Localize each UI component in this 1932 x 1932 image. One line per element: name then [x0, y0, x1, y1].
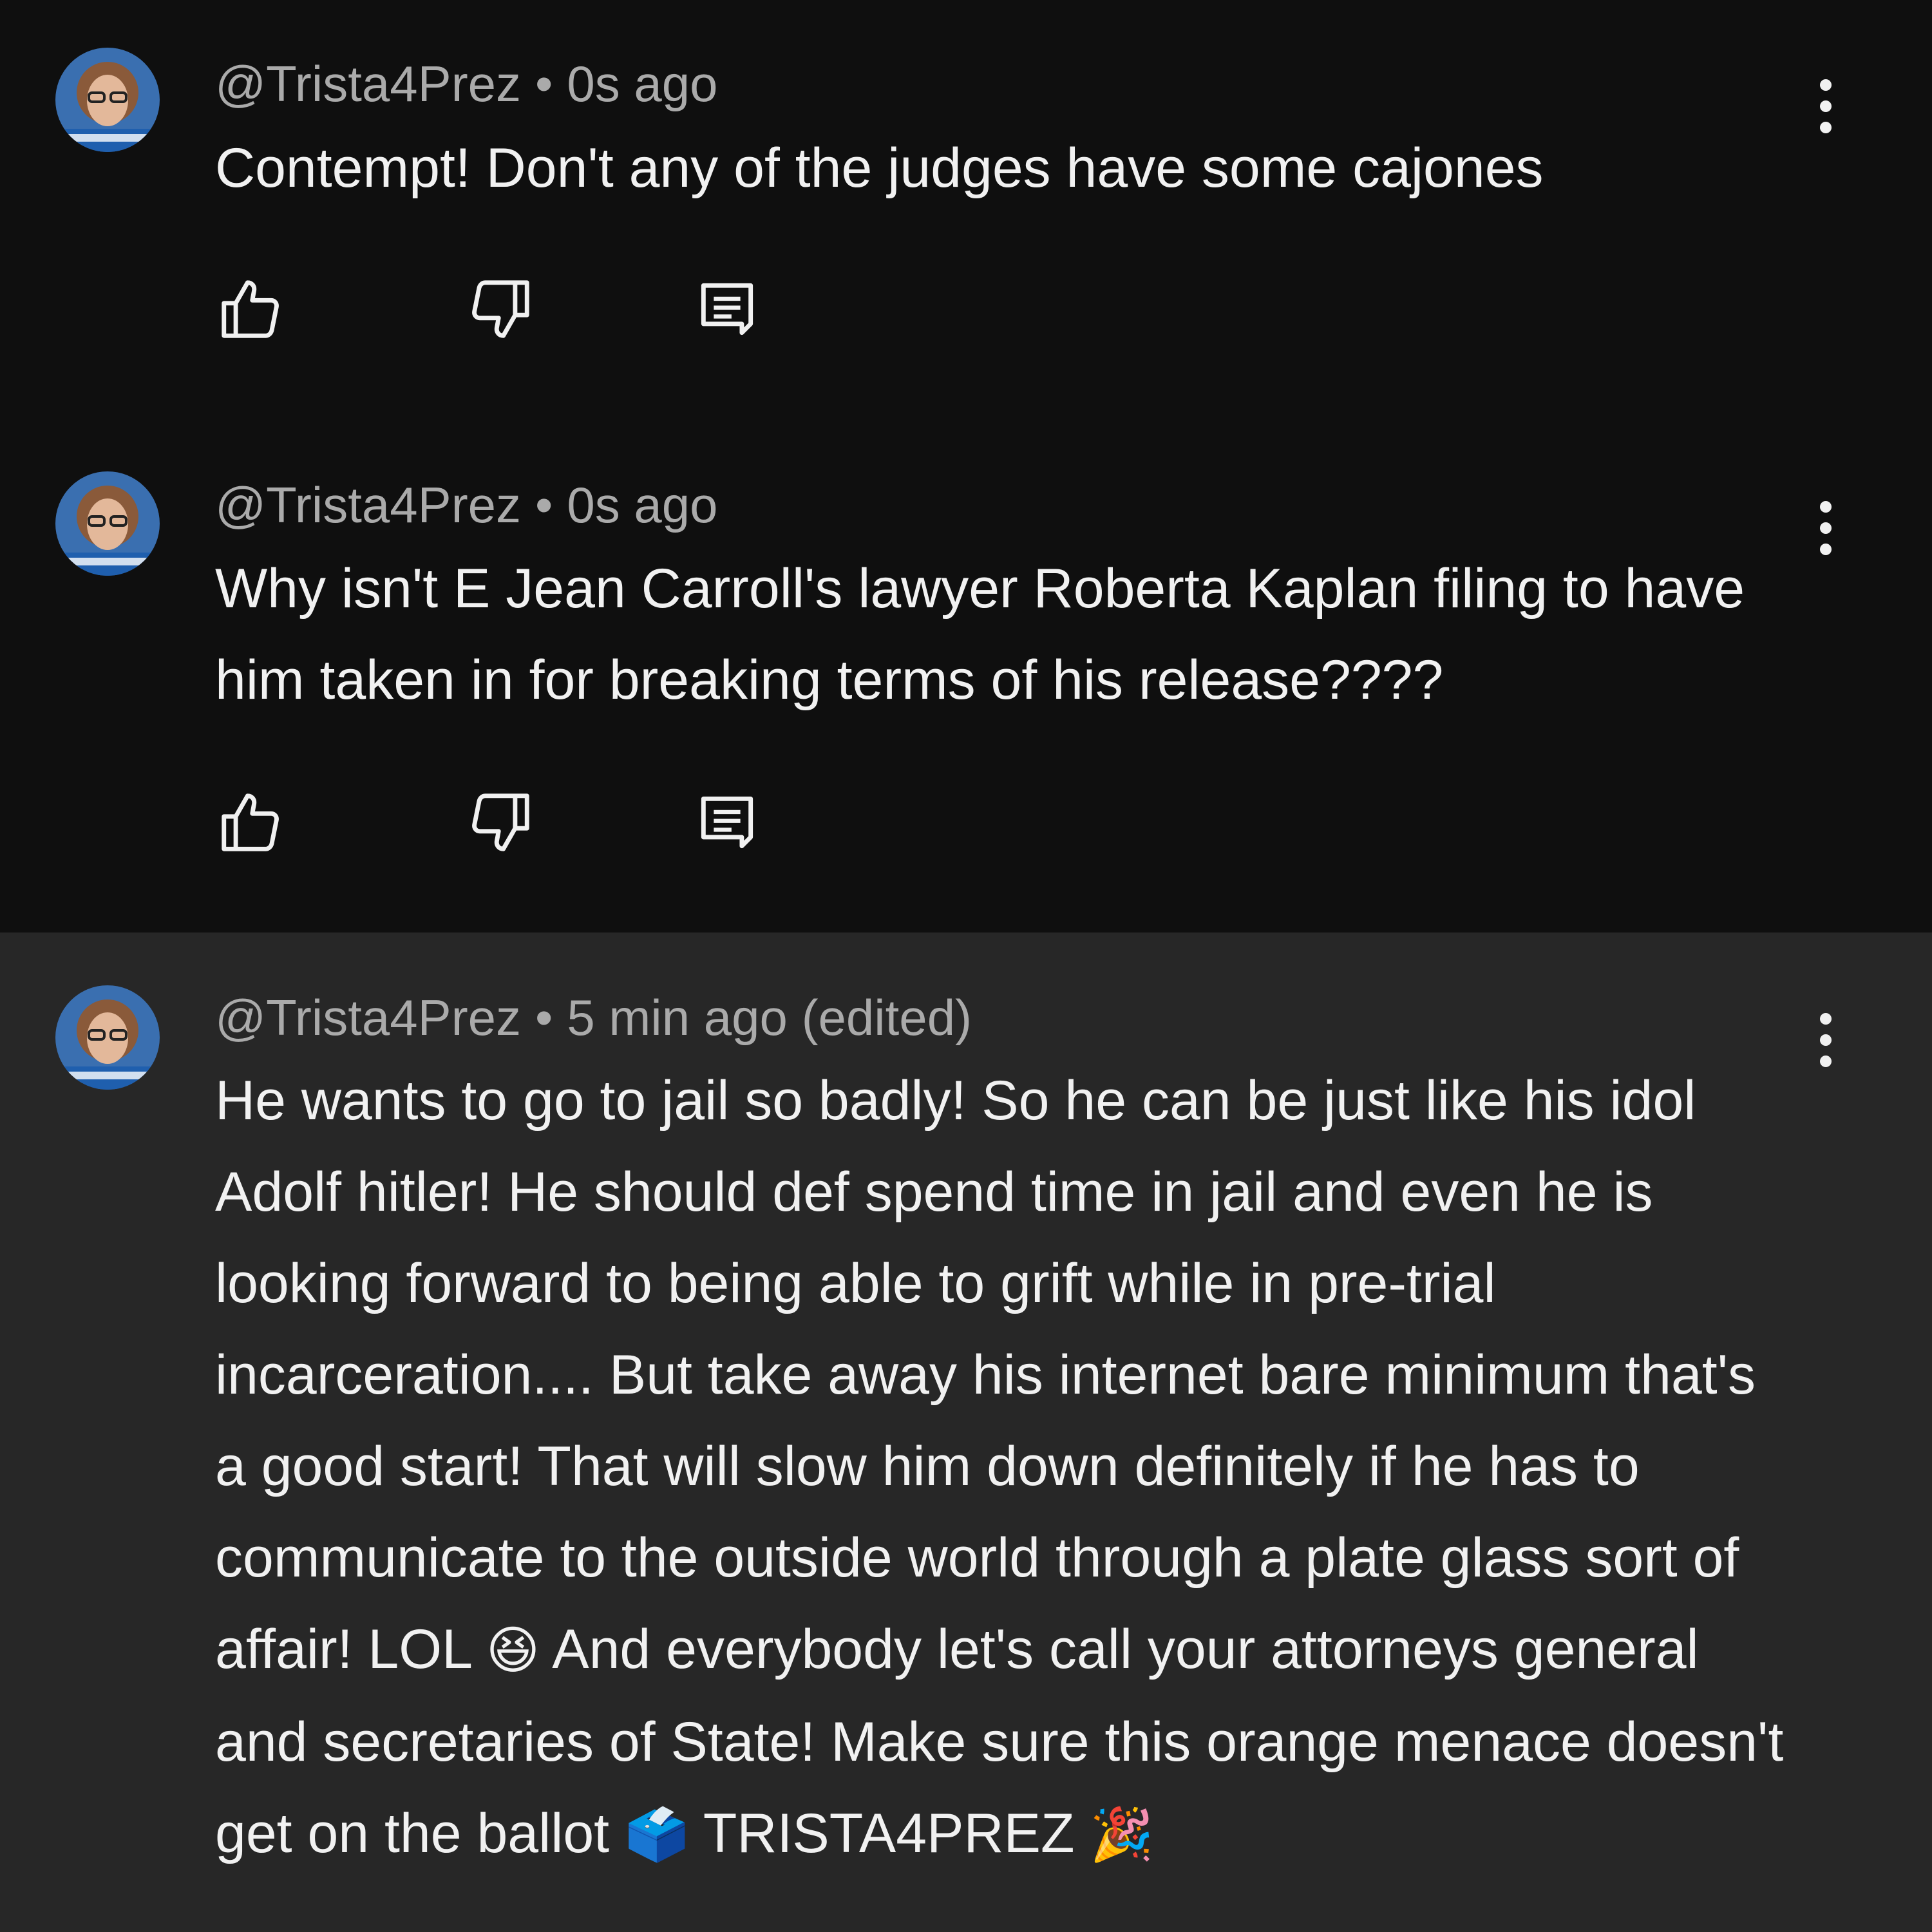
- comment-text-part: TRISTA4PREZ: [688, 1803, 1090, 1864]
- comment-actions: [215, 787, 795, 858]
- meta-separator: •: [535, 989, 553, 1046]
- thumbs-down-icon: [472, 280, 529, 338]
- thumbs-up-icon: [222, 280, 279, 338]
- dislike-button[interactable]: [465, 787, 536, 858]
- comment-text: Contempt! Don't any of the judges have s…: [215, 137, 1544, 199]
- comment-text: Why isn't E Jean Carroll's lawyer Robert…: [215, 558, 1745, 711]
- laughing-emoji: 😆: [486, 1620, 540, 1680]
- comment-item: @Trista4Prez • 0s ago Contempt! Don't any …: [0, 0, 1932, 412]
- comment-actions: [215, 274, 795, 345]
- party-popper-emoji: 🎉: [1090, 1804, 1154, 1864]
- comment-meta: @Trista4Prez • 0s ago: [215, 473, 718, 537]
- meta-separator: •: [535, 55, 553, 112]
- avatar-image: [55, 471, 160, 576]
- comment-time: 0s ago: [567, 477, 718, 533]
- comment-item: @Trista4Prez • 0s ago Why isn't E Jean Car…: [0, 412, 1932, 933]
- comment-time: 0s ago: [567, 55, 718, 112]
- author-handle[interactable]: @Trista4Prez: [215, 477, 521, 533]
- comment-meta: @Trista4Prez • 0s ago: [215, 52, 718, 116]
- comment-time: 5 min ago (edited): [567, 989, 972, 1046]
- comment-text: He wants to go to jail so badly! So he c…: [215, 1055, 1786, 1880]
- avatar[interactable]: [55, 48, 160, 152]
- ballot-box-emoji: 🗳️: [624, 1804, 689, 1864]
- reply-comment-icon: [701, 283, 753, 336]
- comment-menu-button[interactable]: [1797, 1005, 1855, 1075]
- author-handle[interactable]: @Trista4Prez: [215, 55, 521, 112]
- more-vert-icon: [1820, 1013, 1832, 1067]
- meta-separator: •: [535, 477, 553, 533]
- more-vert-icon: [1820, 79, 1832, 133]
- avatar[interactable]: [55, 985, 160, 1090]
- like-button[interactable]: [215, 787, 286, 858]
- like-button[interactable]: [215, 274, 286, 345]
- avatar[interactable]: [55, 471, 160, 576]
- thumbs-down-icon: [472, 793, 529, 851]
- reply-button[interactable]: [692, 274, 762, 345]
- dislike-button[interactable]: [465, 274, 536, 345]
- comment-meta: @Trista4Prez • 5 min ago (edited): [215, 985, 972, 1050]
- avatar-image: [55, 48, 160, 152]
- reply-comment-icon: [701, 796, 753, 849]
- avatar-image: [55, 985, 160, 1090]
- comment-text-part: He wants to go to jail so badly! So he c…: [215, 1070, 1756, 1680]
- more-vert-icon: [1820, 501, 1832, 555]
- reply-button[interactable]: [692, 787, 762, 858]
- author-handle[interactable]: @Trista4Prez: [215, 989, 521, 1046]
- thumbs-up-icon: [222, 793, 279, 851]
- comment-menu-button[interactable]: [1797, 493, 1855, 564]
- comment-item-highlighted: @Trista4Prez • 5 min ago (edited) He wants…: [0, 933, 1932, 1932]
- comment-menu-button[interactable]: [1797, 71, 1855, 142]
